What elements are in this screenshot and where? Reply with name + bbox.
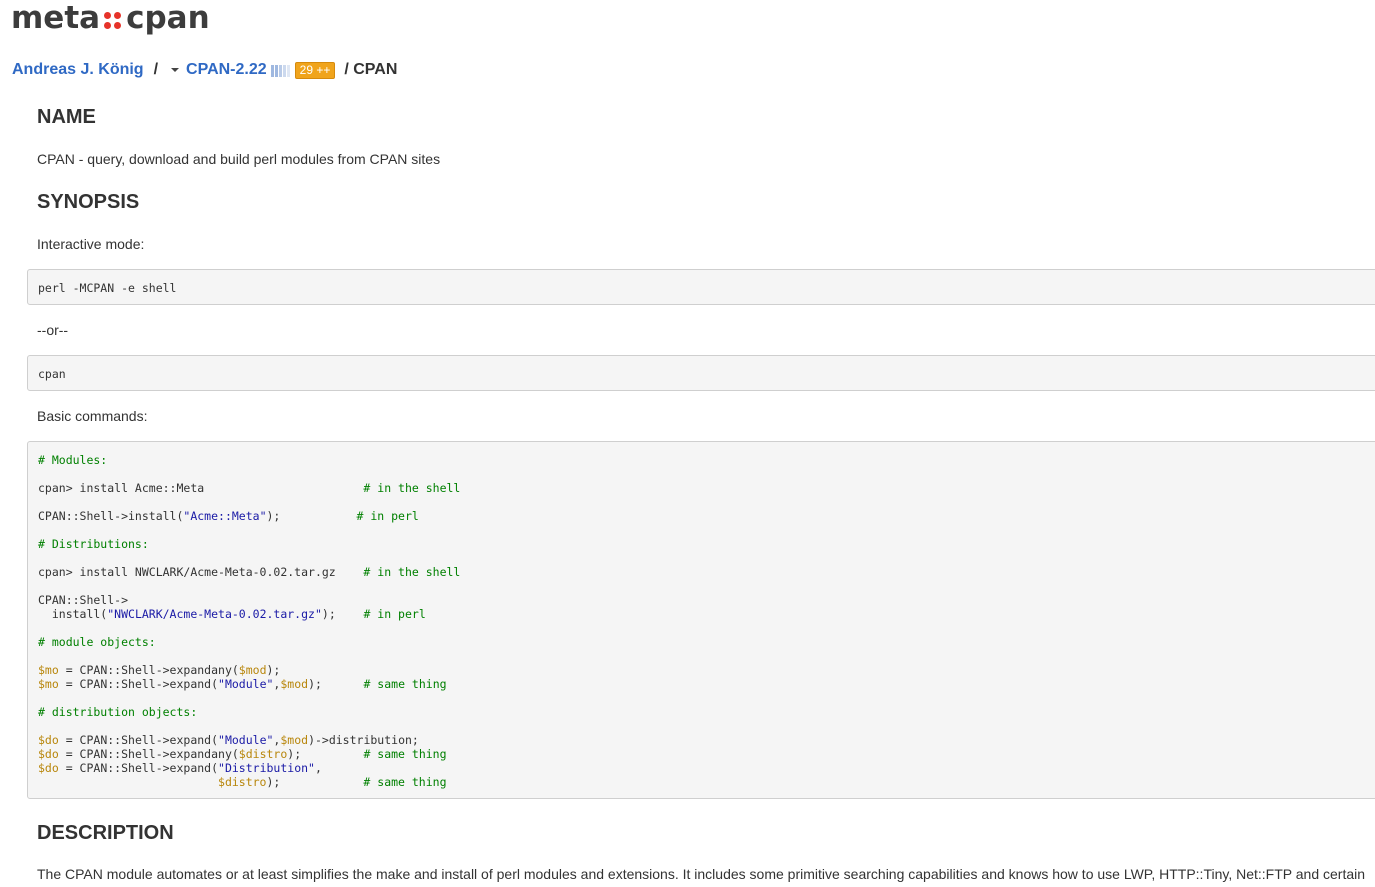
code-variable: $mo <box>38 677 59 691</box>
code-variable: $do <box>38 733 59 747</box>
code-variable: $mo <box>38 663 59 677</box>
heading-synopsis: SYNOPSIS <box>37 191 140 213</box>
code-text: ); <box>266 663 281 677</box>
code-variable: $do <box>38 747 59 761</box>
code-line: cpan> install Acme::Meta # in the shell <box>38 481 460 495</box>
heading-description: DESCRIPTION <box>37 822 174 844</box>
code-line: cpan <box>38 367 66 381</box>
code-text: = CPAN::Shell->expand( <box>58 733 219 747</box>
logo-text-meta: meta <box>11 0 101 36</box>
code-variable: $mod <box>280 677 309 691</box>
logo-dots-icon <box>104 11 122 29</box>
code-comment: # same thing <box>363 677 447 691</box>
code-text: ); <box>266 509 357 523</box>
author-link[interactable]: Andreas J. König <box>12 61 144 79</box>
code-line: $mo = CPAN::Shell->expandany($mod); <box>38 663 280 677</box>
breadcrumb: Andreas J. König / CPAN-2.22 29 ++ / CPA… <box>12 59 397 81</box>
name-text: CPAN - query, download and build perl mo… <box>37 151 441 167</box>
code-variable: $mod <box>280 733 309 747</box>
kwalitee-bars-icon[interactable] <box>270 65 290 77</box>
description-text: The CPAN module automates or at least si… <box>37 866 1366 882</box>
release-dropdown-icon[interactable] <box>171 68 180 72</box>
code-string: "Distribution" <box>218 761 315 775</box>
code-comment: # in perl <box>363 607 426 621</box>
code-line: # distribution objects: <box>38 705 197 719</box>
code-text: ); <box>287 747 364 761</box>
code-text: = CPAN::Shell->expand( <box>58 677 219 691</box>
code-text: = CPAN::Shell->expandany( <box>58 663 239 677</box>
code-text: ); <box>308 677 364 691</box>
code-line: CPAN::Shell->install("Acme::Meta"); # in… <box>38 509 419 523</box>
interactive-mode-label: Interactive mode: <box>37 236 145 252</box>
code-comment: # distribution objects: <box>38 705 198 719</box>
code-comment: # Modules: <box>38 453 108 467</box>
code-line: $do = CPAN::Shell->expand("Distribution"… <box>38 761 322 775</box>
code-variable: $distro <box>218 775 267 789</box>
current-module: / CPAN <box>344 61 398 78</box>
logo-text-cpan: cpan <box>126 0 210 36</box>
code-comment: # in the shell <box>363 565 461 579</box>
code-string: "Module" <box>218 733 274 747</box>
code-line: # module objects: <box>38 635 156 649</box>
code-text: cpan> install NWCLARK/Acme-Meta-0.02.tar… <box>38 565 364 579</box>
code-block-basic-commands: # Modules:cpan> install Acme::Meta # in … <box>27 441 1375 799</box>
basic-commands-label: Basic commands: <box>37 408 148 424</box>
code-text: = CPAN::Shell->expand( <box>58 761 219 775</box>
code-text: )->distribution; <box>308 733 419 747</box>
code-line: perl -MCPAN -e shell <box>38 281 177 295</box>
code-line: install("NWCLARK/Acme-Meta-0.02.tar.gz")… <box>38 607 426 621</box>
code-comment: # same thing <box>363 747 447 761</box>
code-block-cpan: cpan <box>27 355 1375 391</box>
code-text: ); <box>321 607 364 621</box>
code-comment: # module objects: <box>38 635 156 649</box>
code-text: CPAN::Shell-> <box>38 593 129 607</box>
code-variable: $distro <box>238 747 288 761</box>
code-line: $mo = CPAN::Shell->expand("Module",$mod)… <box>38 677 447 691</box>
code-comment: # in perl <box>356 509 419 523</box>
code-line: cpan> install NWCLARK/Acme-Meta-0.02.tar… <box>38 565 460 579</box>
code-line: $do = CPAN::Shell->expand("Module",$mod)… <box>38 733 419 747</box>
code-text: install( <box>38 607 108 621</box>
code-line: # Modules: <box>38 453 107 467</box>
code-block-shell: perl -MCPAN -e shell <box>27 269 1375 305</box>
code-text: cpan> install Acme::Meta <box>38 481 364 495</box>
code-text: CPAN::Shell->install( <box>38 509 184 523</box>
or-text: --or-- <box>37 322 69 338</box>
code-comment: # Distributions: <box>38 537 149 551</box>
code-variable: $do <box>38 761 59 775</box>
plusplus-badge[interactable]: 29 ++ <box>294 61 336 79</box>
release-link[interactable]: CPAN-2.22 <box>186 61 267 79</box>
code-text: = CPAN::Shell->expandany( <box>58 747 239 761</box>
code-string: "Module" <box>218 677 274 691</box>
heading-name: NAME <box>37 106 96 128</box>
code-line: $do = CPAN::Shell->expandany($distro); #… <box>38 747 447 761</box>
code-comment: # same thing <box>363 775 447 789</box>
code-line: $distro); # same thing <box>38 775 447 789</box>
breadcrumb-separator: / <box>153 61 159 78</box>
code-text: , <box>314 761 322 775</box>
code-string: "NWCLARK/Acme-Meta-0.02.tar.gz" <box>107 607 322 621</box>
metacpan-logo[interactable]: meta cpan <box>11 1 210 35</box>
code-string: "Acme::Meta" <box>183 509 267 523</box>
code-line: CPAN::Shell-> <box>38 593 128 607</box>
code-variable: $mod <box>238 663 267 677</box>
code-line: # Distributions: <box>38 537 149 551</box>
code-comment: # in the shell <box>363 481 461 495</box>
code-text: ); <box>266 775 364 789</box>
